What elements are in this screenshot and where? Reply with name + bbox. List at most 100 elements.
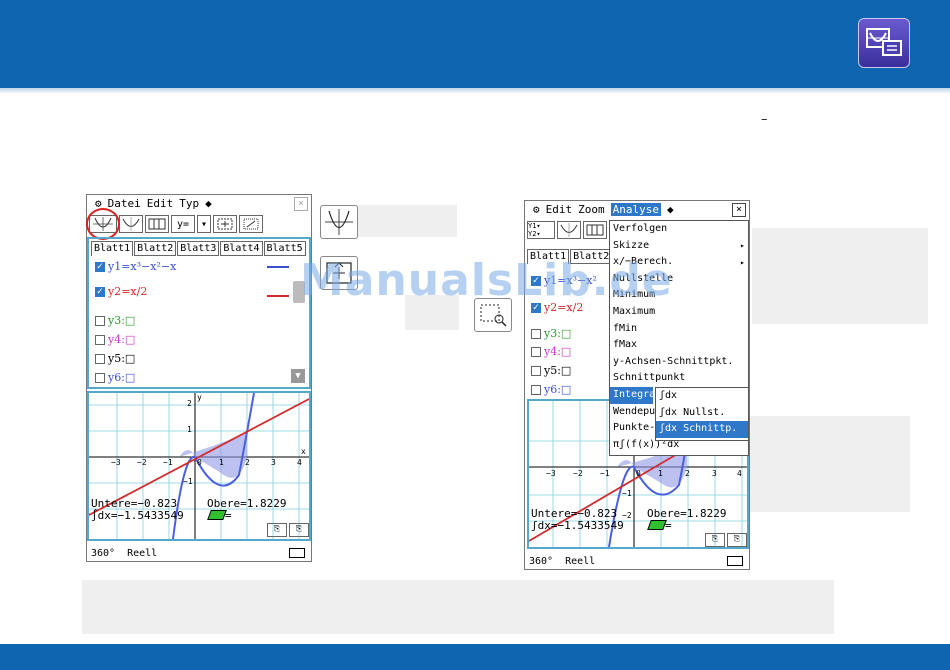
equation-row-y5[interactable]: y5:□ xyxy=(531,364,571,377)
number-mode[interactable]: Reell xyxy=(565,556,595,567)
menu-typ[interactable]: Typ xyxy=(179,197,199,210)
number-mode[interactable]: Reell xyxy=(127,548,157,559)
table-graph-button[interactable] xyxy=(119,215,143,233)
equation-row-y2[interactable]: ✓ y2=x/2 xyxy=(95,285,147,298)
close-icon[interactable]: × xyxy=(732,203,746,217)
x-tick-label: −2 xyxy=(137,458,147,467)
left-bottom-icons: ⎘ ⎘ xyxy=(267,523,309,537)
table-button[interactable] xyxy=(583,221,607,239)
checkbox-y1[interactable]: ✓ xyxy=(95,261,105,272)
menu-item-schnittpunkt[interactable]: Schnittpunkt xyxy=(610,370,748,387)
view-window-button[interactable] xyxy=(213,215,237,233)
y-tick-label: 2 xyxy=(187,399,192,408)
tab-blatt1[interactable]: Blatt1 xyxy=(91,241,134,256)
page-dash: – xyxy=(761,112,768,127)
x-tick-label: 2 xyxy=(685,469,690,478)
annotation-box xyxy=(355,205,457,237)
close-icon[interactable]: × xyxy=(294,197,308,211)
submenu-arrow-icon: ▸ xyxy=(740,241,745,250)
battery-icon xyxy=(289,548,305,558)
angle-mode[interactable]: 360° xyxy=(91,548,115,559)
annotation-box xyxy=(752,228,928,324)
checkbox-y4[interactable] xyxy=(95,334,105,345)
y-tick-label: 1 xyxy=(187,425,192,434)
table-graph-button[interactable] xyxy=(557,221,581,239)
copy-icon[interactable]: ⎘ xyxy=(267,523,287,537)
y2-line-style[interactable] xyxy=(267,295,289,297)
menu-item-skizze[interactable]: Skizze xyxy=(610,238,748,255)
x-tick-label: 0 xyxy=(197,458,202,467)
equation-row-y5[interactable]: y5:□ xyxy=(95,352,135,365)
equation-row-y6[interactable]: y6:□ xyxy=(95,371,135,384)
x-tick-label: 3 xyxy=(271,458,276,467)
right-bottom-icons: ⎘ ⎘ xyxy=(705,533,747,547)
equation-row-y3[interactable]: y3:□ xyxy=(95,314,135,327)
menu-arrow-icon[interactable]: ◆ xyxy=(667,203,674,216)
result-upper: Obere=1.8229 xyxy=(207,497,287,510)
submenu-item-integral[interactable]: ʃdx xyxy=(656,388,748,405)
graph-app-logo-icon[interactable] xyxy=(858,18,910,68)
equation-y5-label: y5:□ xyxy=(108,352,136,365)
menu-arrow-icon[interactable]: ◆ xyxy=(205,197,212,210)
menu-item-maximum[interactable]: Maximum xyxy=(610,304,748,321)
checkbox-y4[interactable] xyxy=(531,346,541,357)
x-tick-label: −3 xyxy=(546,469,556,478)
y-axis-label: y xyxy=(197,393,202,402)
submenu-item-integral-schnittp[interactable]: ʃdx Schnittp. xyxy=(656,421,748,438)
checkbox-y5[interactable] xyxy=(531,365,541,376)
graph-icon xyxy=(320,205,358,239)
angle-mode[interactable]: 360° xyxy=(529,556,553,567)
y1-line-style[interactable] xyxy=(267,266,289,268)
checkbox-y3[interactable] xyxy=(531,328,541,339)
menu-datei[interactable]: Datei xyxy=(108,197,141,210)
integral-submenu: ʃdx ʃdx Nullst. ʃdx Schnittp. xyxy=(655,387,749,441)
equation-row-y4[interactable]: y4:□ xyxy=(95,333,135,346)
menu-edit[interactable]: Edit xyxy=(546,203,573,216)
checkbox-y3[interactable] xyxy=(95,315,105,326)
result-upper: Obere=1.8229 xyxy=(647,507,727,520)
menu-item-y-achsen[interactable]: y-Achsen-Schnittpkt. xyxy=(610,354,748,371)
paste-icon[interactable]: ⎘ xyxy=(289,523,309,537)
checkbox-y5[interactable] xyxy=(95,353,105,364)
menu-analyse[interactable]: Analyse xyxy=(610,203,661,216)
tab-blatt4[interactable]: Blatt4 xyxy=(220,241,263,256)
submenu-arrow-icon: ▸ xyxy=(740,258,745,267)
annotation-box xyxy=(748,416,910,512)
x-tick-label: 1 xyxy=(658,469,663,478)
equation-row-y3[interactable]: y3:□ xyxy=(531,327,571,340)
dropdown-button[interactable]: ▾ xyxy=(197,215,211,233)
equation-row-y1[interactable]: ✓ y1=x³−x²−x xyxy=(95,260,176,273)
left-graph-window[interactable]: −3 −2 −1 0 1 2 3 4 2 1 −1 y x Untere=−0.… xyxy=(87,391,311,541)
tab-blatt2[interactable]: Blatt2 xyxy=(134,241,177,256)
checkbox-y6[interactable] xyxy=(95,372,105,383)
equation-y4-label: y4:□ xyxy=(108,333,136,346)
table-button[interactable] xyxy=(145,215,169,233)
paste-icon[interactable]: ⎘ xyxy=(727,533,747,547)
submenu-item-integral-nullst[interactable]: ʃdx Nullst. xyxy=(656,405,748,422)
menu-edit[interactable]: Edit xyxy=(147,197,174,210)
zoom-auto-button[interactable] xyxy=(239,215,263,233)
equation-y2-label: y2=x/2 xyxy=(108,285,148,298)
equation-y5-label: y5:□ xyxy=(544,364,572,377)
menu-item-fmax[interactable]: fMax xyxy=(610,337,748,354)
copy-icon[interactable]: ⎘ xyxy=(705,533,725,547)
equation-row-y6[interactable]: y6:□ xyxy=(531,383,571,396)
x-tick-label: −2 xyxy=(573,469,583,478)
tab-blatt3[interactable]: Blatt3 xyxy=(177,241,220,256)
y-equals-button[interactable]: y= xyxy=(171,215,195,233)
gear-icon[interactable]: ⚙ xyxy=(533,203,540,216)
x-tick-label: 4 xyxy=(737,469,742,478)
x-tick-label: 0 xyxy=(636,469,641,478)
header-shadow xyxy=(0,88,950,94)
menu-item-fmin[interactable]: fMin xyxy=(610,321,748,338)
result-integral: ∫dx=−1.5433549 xyxy=(91,509,184,522)
menu-item-verfolgen[interactable]: Verfolgen xyxy=(610,221,748,238)
equation-row-y4[interactable]: y4:□ xyxy=(531,345,571,358)
checkbox-y2[interactable]: ✓ xyxy=(95,286,105,297)
menu-item-integral[interactable]: Integral xyxy=(610,386,661,404)
y-select-button[interactable]: Y1▾ Y2▾ xyxy=(527,221,555,239)
scroll-down-icon[interactable]: ▼ xyxy=(291,369,305,383)
tab-blatt5[interactable]: Blatt5 xyxy=(263,241,306,256)
checkbox-y6[interactable] xyxy=(531,384,541,395)
menu-zoom[interactable]: Zoom xyxy=(578,203,605,216)
